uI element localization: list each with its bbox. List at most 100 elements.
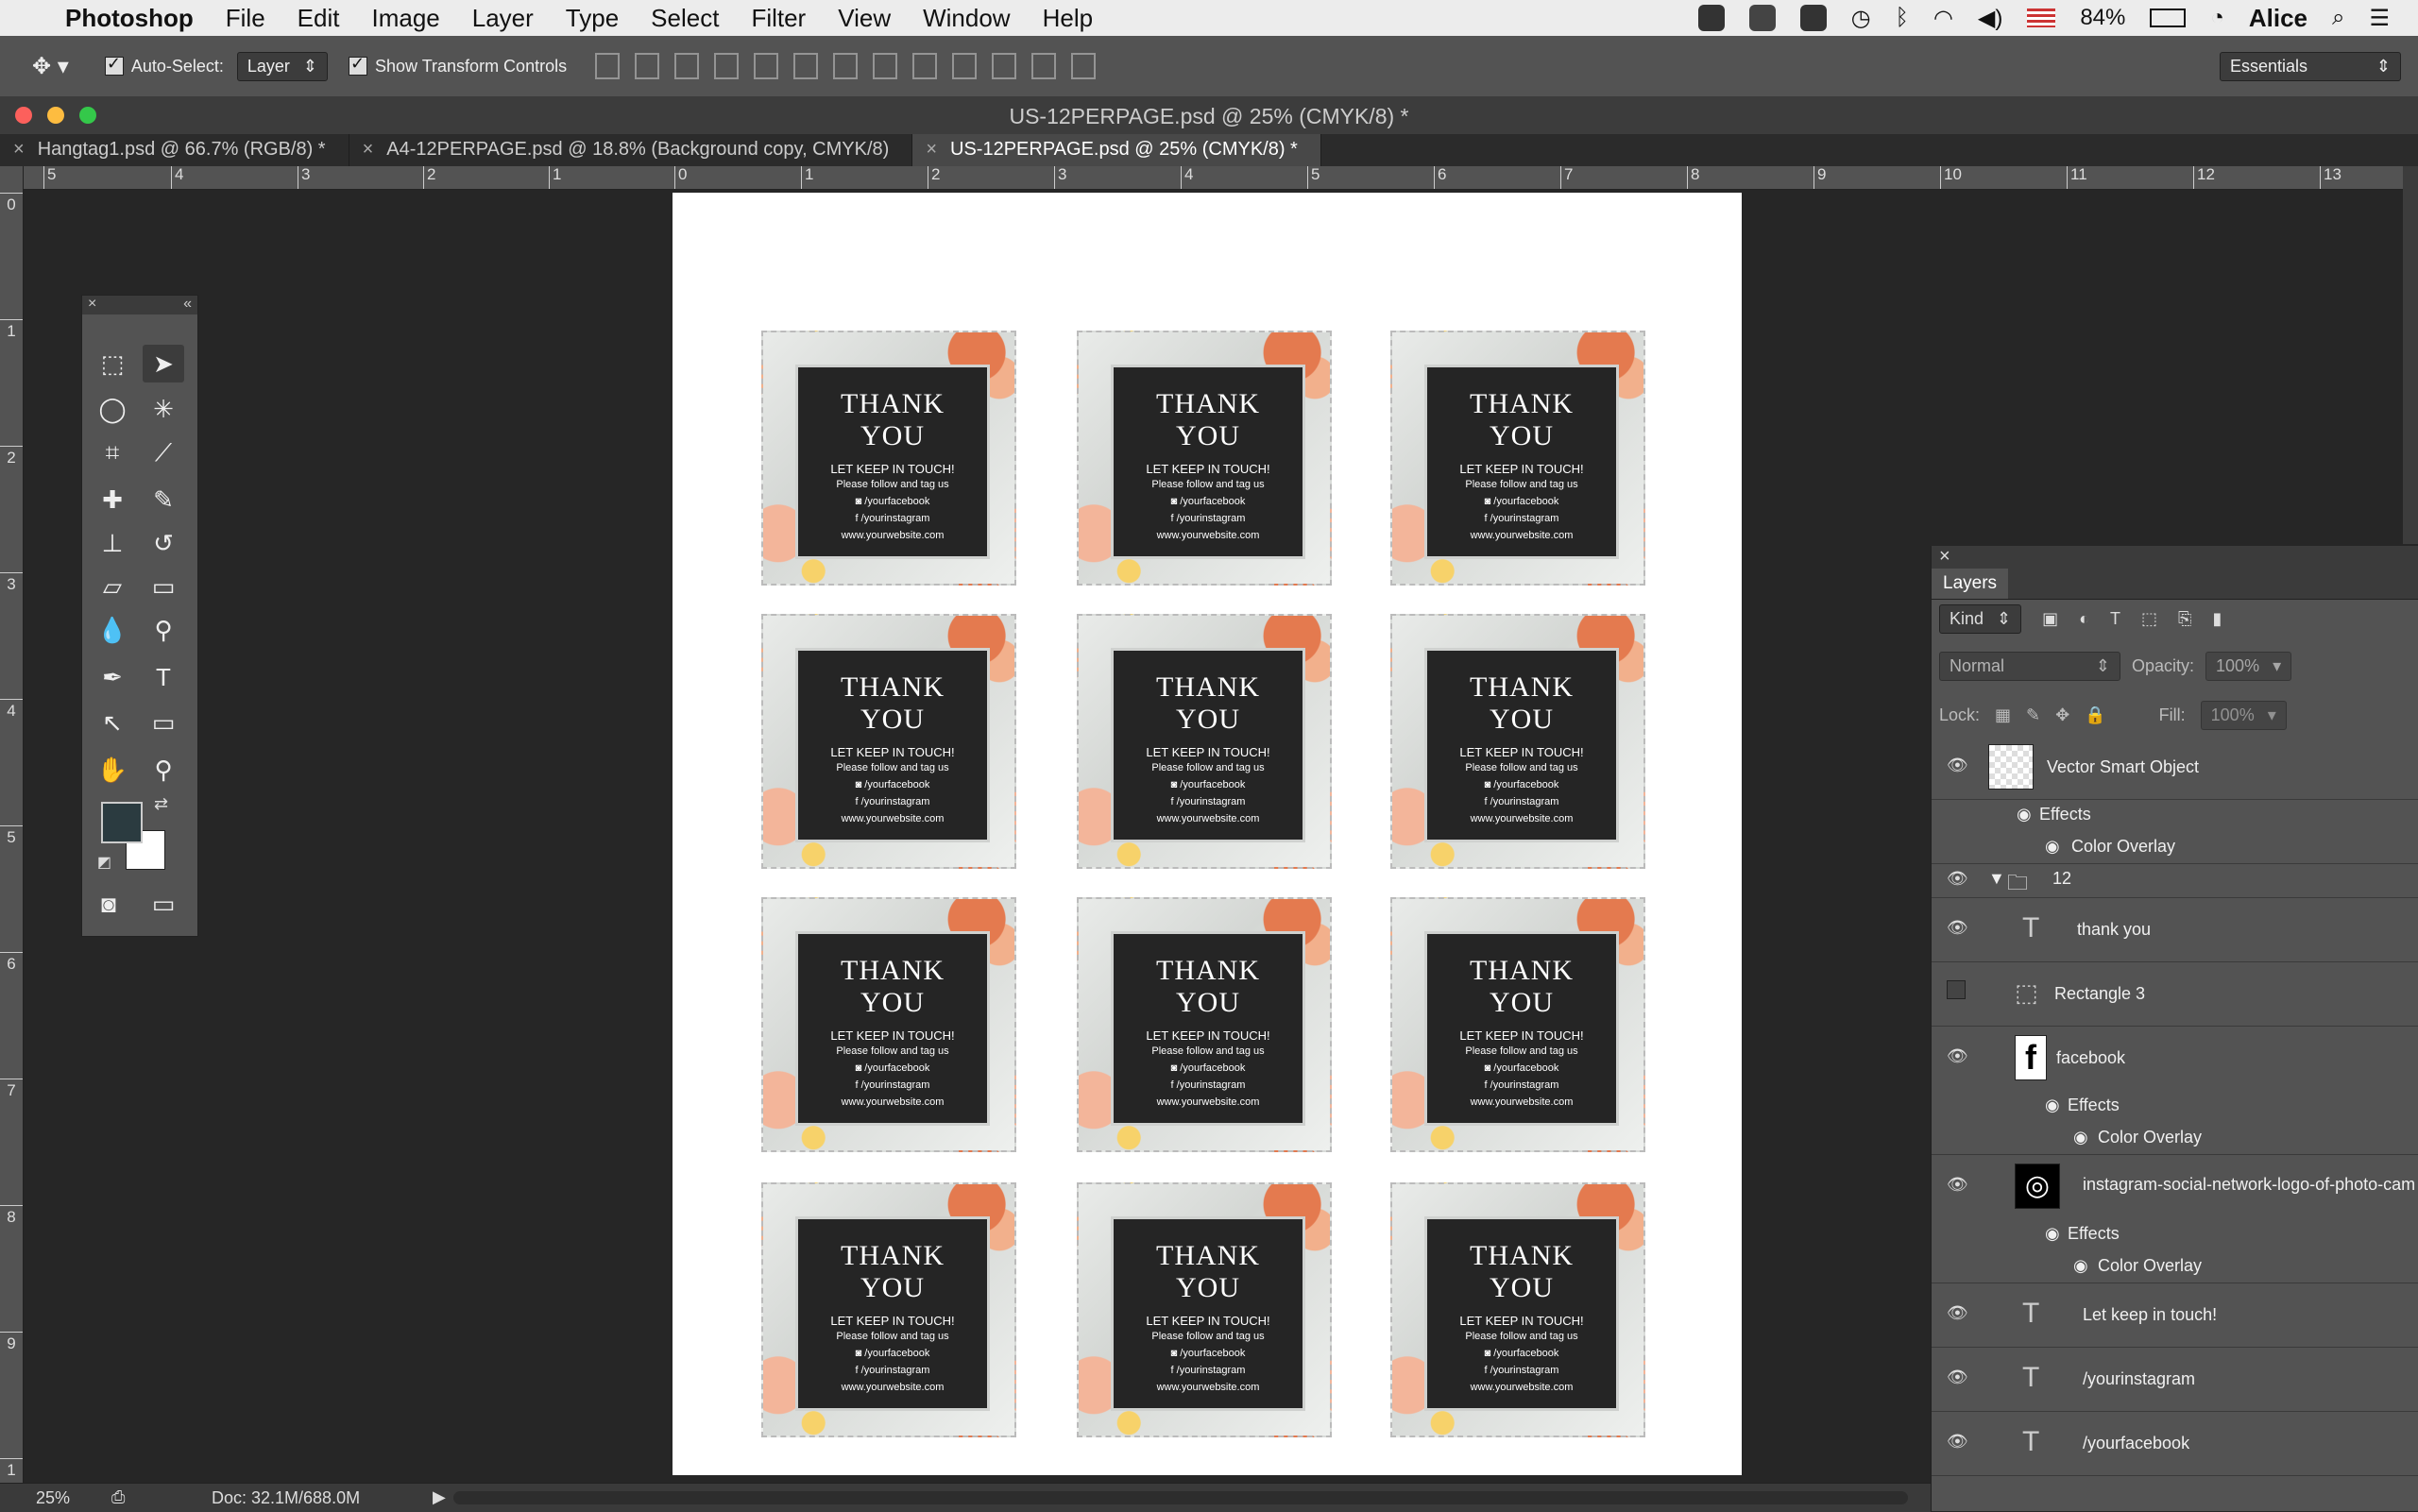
menu-view[interactable]: View — [822, 4, 907, 33]
effects-eye-icon[interactable]: ◉ — [2017, 805, 2032, 824]
disclosure-triangle-icon[interactable]: ▼ — [1988, 869, 2005, 889]
clock-icon[interactable]: ◔ — [2210, 5, 2224, 31]
effects-row[interactable]: ◉ Effects — [1932, 1090, 2418, 1122]
layer-row[interactable]: 👁 ◎ instagram-social-network-logo-of-pho… — [1932, 1154, 2418, 1218]
zoom-level[interactable]: 25% — [36, 1488, 70, 1508]
menu-window[interactable]: Window — [907, 4, 1026, 33]
group-row[interactable]: 👁 ▼ 🗀 12 — [1932, 863, 2418, 898]
layer-row[interactable]: 👁 f facebook — [1932, 1026, 2418, 1090]
effect-row[interactable]: ◉ Color Overlay — [1932, 831, 2418, 864]
visibility-eye-icon[interactable]: 👁 — [1947, 1432, 1968, 1452]
menu-file[interactable]: File — [210, 4, 281, 33]
visibility-eye-icon[interactable]: 👁 — [1947, 756, 1968, 775]
layer-row[interactable]: 👁 Vector Smart Object — [1932, 737, 2418, 800]
move-tool-preset-icon[interactable]: ✥ ▾ — [32, 53, 69, 80]
visibility-toggle-off[interactable] — [1947, 980, 1966, 999]
layer-row[interactable]: 👁 T thank you — [1932, 897, 2418, 962]
effects-row[interactable]: ◉ Effects — [1932, 1218, 2418, 1250]
bluetooth-icon[interactable]: ᛒ — [1896, 5, 1909, 31]
marquee-tool-icon[interactable]: ⬚ — [92, 345, 133, 382]
layers-tab[interactable]: Layers — [1932, 569, 2009, 599]
path-selection-tool-icon[interactable]: ↖ — [92, 704, 133, 741]
layer-row[interactable]: 👁 T /yourfacebook — [1932, 1411, 2418, 1476]
visibility-eye-icon[interactable]: 👁 — [1947, 918, 1968, 938]
close-tab-icon[interactable]: × — [363, 139, 374, 160]
menu-help[interactable]: Help — [1027, 4, 1109, 33]
effect-row[interactable]: ◉ Color Overlay — [1932, 1250, 2418, 1283]
menu-filter[interactable]: Filter — [735, 4, 822, 33]
visibility-eye-icon[interactable]: 👁 — [1947, 1368, 1968, 1387]
align-left-icon[interactable] — [714, 53, 740, 79]
blur-tool-icon[interactable]: 💧 — [92, 611, 133, 649]
horizontal-scrollbar[interactable] — [453, 1491, 1908, 1504]
filter-adjustment-icon[interactable]: ◐ — [2079, 609, 2089, 629]
filter-kind-dropdown[interactable]: Kind ⇕ — [1939, 604, 2022, 634]
status-info-icon[interactable]: ⎙ — [111, 1487, 125, 1507]
close-tab-icon[interactable]: × — [13, 139, 25, 160]
quick-mask-icon[interactable]: ◙ — [88, 885, 129, 923]
foreground-color-swatch[interactable] — [101, 802, 143, 843]
magic-wand-tool-icon[interactable]: ✳ — [143, 390, 184, 428]
menu-edit[interactable]: Edit — [281, 4, 356, 33]
tab-a4-12perpage[interactable]: × A4-12PERPAGE.psd @ 18.8% (Background co… — [349, 134, 913, 166]
user-name[interactable]: Alice — [2249, 4, 2307, 33]
fill-field[interactable]: 100% ▾ — [2200, 701, 2287, 730]
distribute-top-icon[interactable] — [833, 53, 859, 79]
pen-tool-icon[interactable]: ✒ — [92, 658, 133, 696]
layer-row[interactable]: ⬚ Rectangle 3 — [1932, 961, 2418, 1027]
move-tool-icon[interactable]: ➤ — [143, 345, 184, 382]
visibility-eye-icon[interactable]: 👁 — [1947, 869, 1968, 889]
rectangle-tool-icon[interactable]: ▭ — [143, 704, 184, 741]
lock-transparent-icon[interactable]: ▦ — [1995, 705, 2011, 725]
filter-type-icon[interactable]: T — [2110, 609, 2120, 629]
filter-smart-object-icon[interactable]: ⎘ — [2178, 609, 2191, 629]
auto-align-icon[interactable] — [1071, 53, 1097, 79]
opacity-field[interactable]: 100% ▾ — [2205, 652, 2292, 681]
distribute-bottom-icon[interactable] — [912, 53, 938, 79]
spotlight-icon[interactable]: ⌕ — [2332, 5, 2344, 31]
flag-icon[interactable] — [2027, 8, 2056, 27]
filter-shape-icon[interactable]: ⬚ — [2141, 609, 2157, 629]
menu-image[interactable]: Image — [355, 4, 455, 33]
layer-row[interactable]: 👁 T Let keep in touch! — [1932, 1283, 2418, 1348]
effect-eye-icon[interactable]: ◉ — [2073, 1128, 2088, 1147]
wd-icon[interactable] — [1799, 5, 1827, 31]
tab-hangtag[interactable]: × Hangtag1.psd @ 66.7% (RGB/8) * — [0, 134, 349, 166]
battery-icon[interactable] — [2150, 8, 2187, 27]
crop-tool-icon[interactable]: ⌗ — [92, 433, 133, 471]
auto-select-checkbox[interactable] — [104, 54, 124, 76]
document-canvas[interactable]: THANK YOU LET KEEP IN TOUCH! Please follow … — [673, 193, 1742, 1475]
filter-pixel-icon[interactable]: ▣ — [2042, 609, 2058, 629]
blend-mode-dropdown[interactable]: Normal ⇕ — [1939, 652, 2120, 681]
transform-controls-checkbox[interactable] — [349, 54, 368, 76]
lock-all-icon[interactable]: 🔒 — [2085, 705, 2105, 725]
effect-row[interactable]: ◉ Color Overlay — [1932, 1122, 2418, 1155]
eraser-tool-icon[interactable]: ▱ — [92, 568, 133, 605]
gradient-tool-icon[interactable]: ▭ — [143, 568, 184, 605]
default-colors-icon[interactable]: ◩ — [97, 853, 111, 872]
filter-toggle-icon[interactable]: ▮ — [2212, 609, 2222, 629]
lock-position-icon[interactable]: ✥ — [2055, 705, 2069, 725]
visibility-eye-icon[interactable]: 👁 — [1947, 1303, 1968, 1323]
swap-colors-icon[interactable]: ⇄ — [154, 794, 168, 814]
distribute-left-icon[interactable] — [952, 53, 978, 79]
hand-tool-icon[interactable]: ✋ — [92, 751, 133, 789]
notification-center-icon[interactable]: ☰ — [2369, 5, 2390, 32]
time-machine-icon[interactable]: ◷ — [1851, 5, 1871, 32]
wifi-icon[interactable]: ◠ — [1933, 5, 1953, 32]
dropbox-icon[interactable] — [1748, 5, 1776, 31]
brush-tool-icon[interactable]: ✎ — [143, 481, 184, 518]
volume-icon[interactable]: ◀) — [1978, 5, 2002, 32]
horizontal-ruler[interactable]: 5 4 3 2 1 0 1 2 3 4 5 6 7 8 9 10 11 12 1… — [23, 166, 2410, 190]
lasso-tool-icon[interactable]: ◯ — [92, 390, 133, 428]
effect-eye-icon[interactable]: ◉ — [2073, 1256, 2088, 1276]
align-hcenter-icon[interactable] — [754, 53, 779, 79]
layers-panel-header[interactable]: × — [1932, 546, 2418, 569]
visibility-eye-icon[interactable]: 👁 — [1947, 1046, 1968, 1066]
lock-image-icon[interactable]: ✎ — [2026, 705, 2040, 725]
workspace-dropdown[interactable]: Essentials ⇕ — [2220, 51, 2401, 81]
distribute-right-icon[interactable] — [1031, 53, 1057, 79]
align-top-icon[interactable] — [595, 53, 621, 79]
close-panel-icon[interactable]: × — [88, 296, 96, 313]
menu-type[interactable]: Type — [550, 4, 635, 33]
